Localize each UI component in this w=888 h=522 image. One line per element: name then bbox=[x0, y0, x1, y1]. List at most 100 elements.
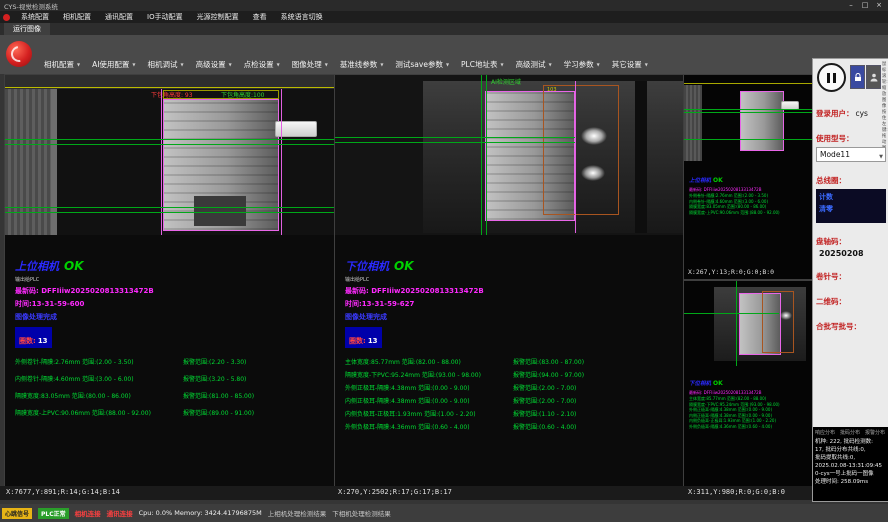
maximize-button[interactable]: □ bbox=[858, 0, 872, 11]
coil-count-box: 圈数:13 bbox=[15, 327, 52, 348]
lower-camera-view[interactable]: AI检测区域 103 下位相机OK 输出给PLC 最新码: DFFIiiw202… bbox=[334, 74, 684, 488]
preview-image[interactable] bbox=[684, 281, 812, 366]
measurement-text: 外侧负极耳-隔膜:4.36mm 范围:(0.60 - 4.00) bbox=[689, 424, 810, 430]
menu-item[interactable]: 系统配置 bbox=[14, 11, 56, 23]
plc-output-line: 输出给PLC bbox=[345, 276, 679, 283]
toolbar-menu-item[interactable]: 学习参数 bbox=[558, 59, 606, 70]
alarm-range-text: 报警范围:(0.60 - 4.00) bbox=[513, 422, 576, 435]
user-switch-button[interactable] bbox=[866, 65, 881, 89]
workpiece-shadow bbox=[194, 196, 246, 226]
lower-camera-image[interactable]: AI检测区域 103 bbox=[335, 75, 683, 235]
stats-tabs: 响应分布批码分布报警分布 bbox=[815, 429, 887, 436]
alarm-range-text: 报警范围:(94.00 - 97.00) bbox=[513, 370, 584, 383]
toolbar-menu-item[interactable]: 图像处理 bbox=[286, 59, 334, 70]
measurement-text: 外侧正极耳-隔膜:4.38mm 范围:(0.00 - 9.00) bbox=[345, 383, 513, 396]
qr-code-label: 二维码： bbox=[816, 297, 846, 306]
machine-slot bbox=[635, 81, 647, 233]
close-button[interactable]: × bbox=[872, 0, 886, 11]
heartbeat-badge: 心跳信号 bbox=[2, 508, 32, 519]
toolbar-menu: 相机配置AI使用配置相机调试高级设置点检设置图像处理基准线参数测试save参数P… bbox=[38, 59, 654, 70]
total-coil-label: 总线圈： bbox=[816, 176, 846, 185]
batch-write-label: 合批写批号： bbox=[816, 322, 861, 331]
stats-tab[interactable]: 批码分布 bbox=[840, 429, 860, 436]
measurement-text: 内侧卷针-隔膜:4.60mm 范围:(3.00 - 6.00) bbox=[15, 374, 183, 391]
preview-measurements: 外侧卷针-隔膜:2.76mm 范围:(2.00 - 3.50)内侧卷针-隔膜:4… bbox=[689, 193, 810, 215]
menu-item[interactable]: 光源控制配置 bbox=[190, 11, 246, 23]
measure-line bbox=[684, 112, 812, 113]
stats-line: 2025.02.08-13:31:09:45 bbox=[815, 462, 887, 470]
measurement-text: 隔膜宽度-下PVC:95.24mm 范围:(93.00 - 98.00) bbox=[345, 370, 513, 383]
measurement-row: 内侧负极耳-正极耳:1.93mm 范围:(1.00 - 2.20) 报警范围:(… bbox=[345, 409, 679, 422]
tab-bar: 运行图像 bbox=[0, 23, 888, 35]
timestamp-line: 时间:13-31-59-627 bbox=[345, 299, 679, 309]
preview-cursor-coords: X:311,Y:980;R:0;G:0;B:0 bbox=[688, 488, 785, 496]
model-select[interactable]: Mode11 bbox=[816, 147, 886, 162]
preview-image[interactable] bbox=[684, 75, 812, 163]
coil-count-value: 13 bbox=[368, 337, 378, 345]
coil-action-link[interactable]: 计数 bbox=[819, 191, 883, 203]
stats-tab[interactable]: 响应分布 bbox=[815, 429, 835, 436]
login-user-row: 登录用户：cys bbox=[816, 101, 886, 120]
toolbar-menu-item[interactable]: PLC地址表 bbox=[455, 59, 510, 70]
measure-line bbox=[5, 144, 334, 145]
toolbar-menu-item[interactable]: 高级设置 bbox=[190, 59, 238, 70]
needle-no-label: 卷针号： bbox=[816, 272, 846, 281]
menu-item[interactable]: 相机配置 bbox=[56, 11, 98, 23]
status-badge: OK bbox=[713, 177, 723, 184]
stats-line: 处理时间: 258.09ms bbox=[815, 478, 887, 486]
toolbar-menu-item[interactable]: 其它设置 bbox=[606, 59, 654, 70]
lock-button[interactable] bbox=[850, 65, 865, 89]
measurement-list: 主体宽度:85.77mm 范围:(82.00 - 88.00) 报警范围:(83… bbox=[345, 357, 679, 435]
upper-result-block: 上位相机OK 输出给PLC 最新码: DFFIiiw20250208133134… bbox=[15, 255, 330, 425]
menu-item[interactable]: 系统语言切换 bbox=[274, 11, 330, 23]
coil-count-box: 圈数:13 bbox=[345, 327, 382, 348]
pause-button[interactable] bbox=[817, 63, 846, 92]
minimize-button[interactable]: – bbox=[844, 0, 858, 11]
alarm-range-text: 报警范围:(2.20 - 3.30) bbox=[183, 357, 246, 374]
lower-camera-preview[interactable]: 下位相机OK 最新码: DFFIiiw2025020813313472B 主体宽… bbox=[683, 280, 813, 488]
cpu-memory-text: Cpu: 0.0% Memory: 3424.41796875M bbox=[139, 509, 262, 517]
login-user-value: cys bbox=[856, 109, 868, 118]
alarm-range-text: 报警范围:(81.00 - 85.00) bbox=[183, 391, 254, 408]
sidebar-controls: 鼠标滚轮:缩放图像 按住左键:拖动图像 bbox=[813, 59, 888, 95]
measure-line bbox=[5, 139, 334, 140]
toolbar-menu-item[interactable]: 高级测试 bbox=[510, 59, 558, 70]
measurement-text: 外侧负极耳-隔膜:4.36mm 范围:(0.60 - 4.00) bbox=[345, 422, 513, 435]
yellow-ref-line bbox=[5, 87, 334, 88]
coil-count-label: 圈数: bbox=[349, 337, 366, 345]
measurement-row: 外侧负极耳-隔膜:4.36mm 范围:(0.60 - 4.00) 报警范围:(0… bbox=[345, 422, 679, 435]
tab-run-image[interactable]: 运行图像 bbox=[4, 23, 50, 35]
toolbar-menu-item[interactable]: 测试save参数 bbox=[389, 59, 455, 70]
menu-item[interactable]: 查看 bbox=[246, 11, 274, 23]
toolbar-menu-item[interactable]: 基准线参数 bbox=[334, 59, 390, 70]
preview-result-text: 上位相机OK 最新码: DFFIiiw2025020813313472B 外侧卷… bbox=[689, 167, 810, 215]
status-badge: OK bbox=[394, 259, 414, 273]
user-icon bbox=[870, 73, 878, 82]
camera-name-label: 下位相机 bbox=[345, 260, 389, 273]
bright-blob bbox=[581, 165, 605, 181]
menu-item[interactable]: IO手动配置 bbox=[140, 11, 190, 23]
alarm-range-text: 报警范围:(83.00 - 87.00) bbox=[513, 357, 584, 370]
menu-item[interactable]: 通讯配置 bbox=[98, 11, 140, 23]
stats-line: 批码提取共线:0, bbox=[815, 454, 887, 462]
measure-line bbox=[684, 313, 779, 314]
stats-tab[interactable]: 报警分布 bbox=[865, 429, 885, 436]
measurement-text: 内侧正极耳-隔膜:4.38mm 范围:(0.00 - 9.00) bbox=[345, 396, 513, 409]
toolbar-menu-item[interactable]: 相机配置 bbox=[38, 59, 86, 70]
toolbar-menu-item[interactable]: AI使用配置 bbox=[86, 59, 141, 70]
status-badge: OK bbox=[713, 380, 723, 387]
toolbar-menu-item[interactable]: 相机调试 bbox=[142, 59, 190, 70]
upper-camera-preview[interactable]: 上位相机OK 最新码: DFFIiiw2025020813313472B 外侧卷… bbox=[683, 74, 813, 280]
upper-camera-image[interactable]: 下包角高度: 93 下包角高度:100 bbox=[5, 75, 334, 235]
upper-camera-view[interactable]: 下包角高度: 93 下包角高度:100 上位相机OK 输出给PLC 最新码: D… bbox=[4, 74, 335, 488]
camera-name-label: 上位相机 bbox=[689, 178, 711, 184]
measure-line bbox=[5, 212, 334, 213]
measure-line bbox=[684, 109, 812, 110]
alarm-range-text: 报警范围:(2.00 - 7.00) bbox=[513, 383, 576, 396]
measurement-row: 内侧正极耳-隔膜:4.38mm 范围:(0.00 - 9.00) 报警范围:(2… bbox=[345, 396, 679, 409]
lower-cursor-coords: X:270,Y:2502;R:17;G:17;B:17 bbox=[338, 488, 452, 496]
camera-name-label: 下位相机 bbox=[689, 381, 711, 387]
toolbar-menu-item[interactable]: 点检设置 bbox=[238, 59, 286, 70]
measure-line bbox=[5, 207, 334, 208]
coil-action-link[interactable]: 清零 bbox=[819, 203, 883, 215]
